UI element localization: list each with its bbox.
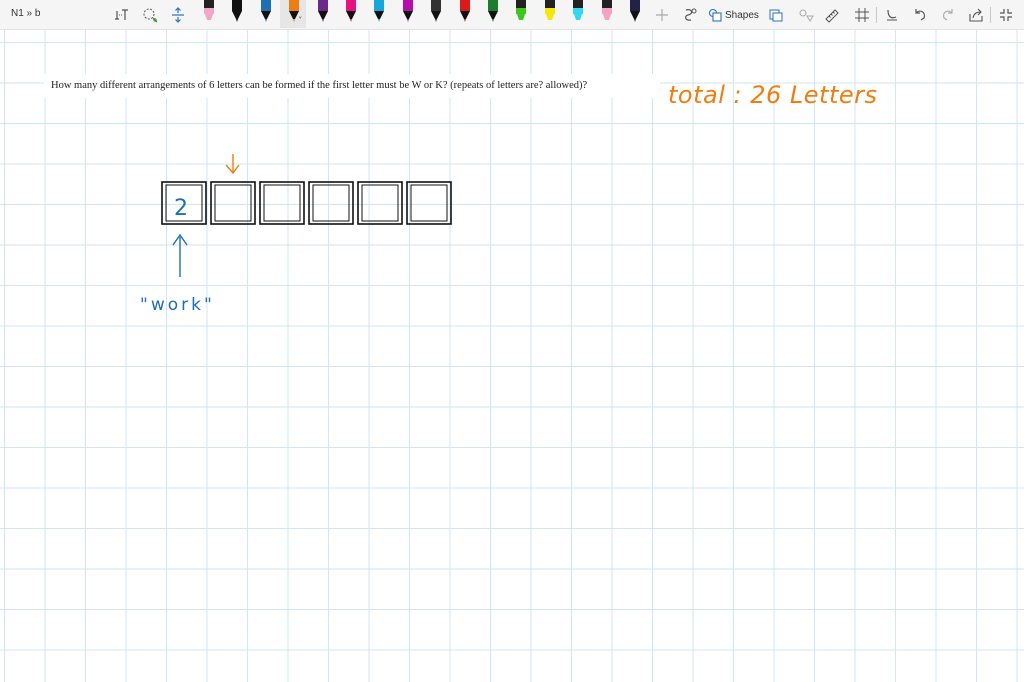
letter-slot[interactable]: [259, 181, 305, 225]
ink-layer: total : 26 Letters 2 "work": [140, 81, 877, 315]
ink-up-arrow[interactable]: [172, 233, 188, 277]
letter-slots[interactable]: [161, 181, 452, 225]
ink-down-arrow[interactable]: [225, 154, 240, 175]
letter-slot-inner: [361, 184, 399, 222]
onenote-window: N1 » b ˅ Shapes How many different arran…: [0, 0, 1024, 682]
letter-slot[interactable]: [308, 181, 354, 225]
letter-slot-inner: [312, 184, 350, 222]
letter-slot[interactable]: [210, 181, 256, 225]
ink-work-label[interactable]: "work": [140, 295, 215, 315]
letter-slot[interactable]: [406, 181, 452, 225]
letter-slot-inner: [410, 184, 448, 222]
ink-total-letters[interactable]: total : 26 Letters: [668, 81, 877, 109]
letter-slot[interactable]: [357, 181, 403, 225]
letter-slot-inner: [214, 184, 252, 222]
ink-first-slot-value[interactable]: 2: [174, 196, 188, 221]
letter-slot-inner: [263, 184, 301, 222]
